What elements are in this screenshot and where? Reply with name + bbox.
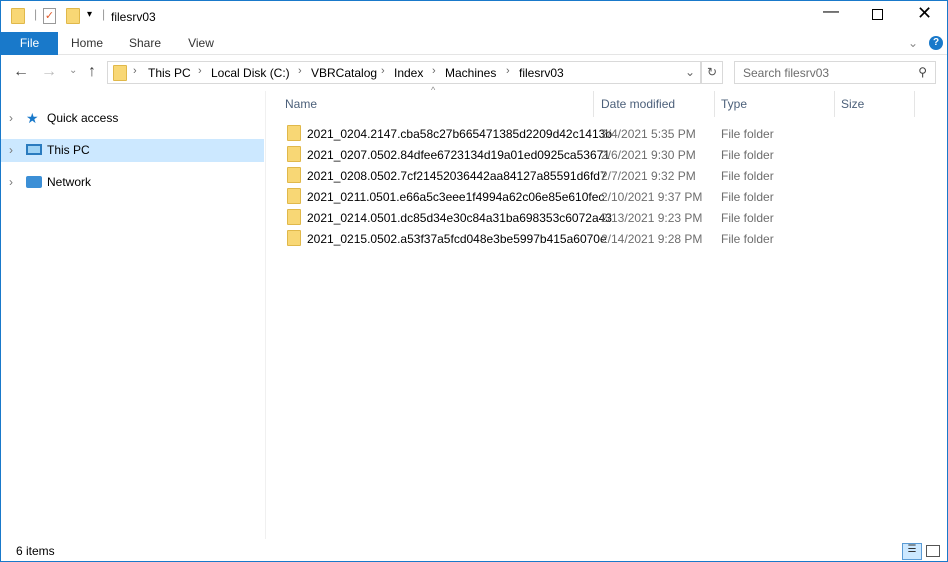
file-name: 2021_0207.0502.84dfee6723134d19a01ed0925…	[307, 148, 610, 162]
search-placeholder: Search filesrv03	[743, 66, 830, 80]
folder-icon	[11, 8, 25, 24]
tab-view[interactable]: View	[177, 32, 225, 55]
file-date: 2/6/2021 9:30 PM	[601, 148, 696, 162]
address-dropdown-icon[interactable]: ⌄	[685, 65, 695, 79]
file-type: File folder	[721, 232, 774, 246]
breadcrumb-this-pc[interactable]: This PC	[148, 66, 191, 80]
file-date: 2/7/2021 9:32 PM	[601, 169, 696, 183]
file-row[interactable]: 2021_0204.2147.cba58c27b665471385d2209d4…	[285, 123, 925, 144]
navigation-pane: › ★ Quick access › This PC › Network	[1, 91, 266, 539]
help-icon[interactable]: ?	[929, 36, 943, 50]
file-type: File folder	[721, 190, 774, 204]
folder-icon	[287, 230, 301, 246]
folder-icon	[287, 125, 301, 141]
file-row[interactable]: 2021_0207.0502.84dfee6723134d19a01ed0925…	[285, 144, 925, 165]
column-type[interactable]: Type	[721, 97, 747, 117]
search-icon: ⚲	[918, 65, 927, 79]
folder-icon	[287, 167, 301, 183]
network-icon	[26, 176, 42, 188]
file-row[interactable]: 2021_0208.0502.7cf21452036442aa84127a855…	[285, 165, 925, 186]
file-name: 2021_0204.2147.cba58c27b665471385d2209d4…	[307, 127, 612, 141]
file-row[interactable]: 2021_0214.0501.dc85d34e30c84a31ba698353c…	[285, 207, 925, 228]
breadcrumb-filesrv03[interactable]: filesrv03	[519, 66, 564, 80]
file-row[interactable]: 2021_0211.0501.e66a5c3eee1f4994a62c06e85…	[285, 186, 925, 207]
folder-icon	[287, 209, 301, 225]
file-row[interactable]: 2021_0215.0502.a53f37a5fcd048e3be5997b41…	[285, 228, 925, 249]
file-date: 2/14/2021 9:28 PM	[601, 232, 703, 246]
file-date: 2/13/2021 9:23 PM	[601, 211, 703, 225]
breadcrumb-index[interactable]: Index	[394, 66, 423, 80]
status-item-count: 6 items	[16, 544, 55, 558]
maximize-button[interactable]	[872, 9, 883, 20]
address-bar[interactable]: › This PC › Local Disk (C:) › VBRCatalog…	[107, 61, 701, 84]
minimize-button[interactable]: —	[823, 3, 839, 21]
file-type: File folder	[721, 127, 774, 141]
column-date-modified[interactable]: Date modified	[601, 97, 675, 117]
up-button[interactable]: ↑	[88, 63, 96, 81]
breadcrumb-machines[interactable]: Machines	[445, 66, 496, 80]
title-bar: | ✓ ▾ | filesrv03 — ✕	[1, 1, 947, 32]
properties-icon[interactable]: ✓	[43, 8, 56, 24]
file-name: 2021_0215.0502.a53f37a5fcd048e3be5997b41…	[307, 232, 607, 246]
column-name[interactable]: Name	[285, 97, 317, 117]
file-type: File folder	[721, 211, 774, 225]
window-title: filesrv03	[111, 10, 156, 24]
folder-icon	[287, 188, 301, 204]
back-button[interactable]: ←	[13, 63, 29, 81]
ribbon: File Home Share View ⌄ ?	[1, 32, 947, 55]
file-name: 2021_0211.0501.e66a5c3eee1f4994a62c06e85…	[307, 190, 605, 204]
new-folder-icon[interactable]	[66, 8, 80, 24]
nav-network[interactable]: › Network	[1, 171, 264, 194]
breadcrumb-local-disk[interactable]: Local Disk (C:)	[211, 66, 290, 80]
large-icons-view-button[interactable]	[926, 545, 940, 557]
search-input[interactable]: Search filesrv03 ⚲	[734, 61, 936, 84]
tab-share[interactable]: Share	[121, 32, 169, 55]
star-icon: ★	[26, 110, 39, 126]
computer-icon	[26, 144, 42, 155]
expand-ribbon-icon[interactable]: ⌄	[908, 36, 918, 50]
file-name: 2021_0208.0502.7cf21452036442aa84127a855…	[307, 169, 607, 183]
sort-ascending-icon: ^	[431, 85, 436, 95]
tab-file[interactable]: File	[1, 32, 58, 55]
file-type: File folder	[721, 169, 774, 183]
file-date: 2/10/2021 9:37 PM	[601, 190, 703, 204]
refresh-button[interactable]: ↻	[701, 61, 723, 84]
details-view-button[interactable]: ☰	[902, 543, 922, 560]
recent-locations-icon[interactable]: ⌄	[69, 65, 77, 76]
tab-home[interactable]: Home	[61, 32, 113, 55]
folder-icon	[113, 65, 127, 81]
file-name: 2021_0214.0501.dc85d34e30c84a31ba698353c…	[307, 211, 612, 225]
file-type: File folder	[721, 148, 774, 162]
forward-button[interactable]: →	[41, 63, 57, 81]
column-size[interactable]: Size	[841, 97, 864, 117]
nav-quick-access[interactable]: › ★ Quick access	[1, 107, 264, 130]
customize-toolbar-icon[interactable]: ▾	[87, 9, 92, 20]
nav-this-pc[interactable]: › This PC	[1, 139, 264, 162]
folder-icon	[287, 146, 301, 162]
file-date: 2/4/2021 5:35 PM	[601, 127, 696, 141]
close-button[interactable]: ✕	[917, 3, 932, 24]
breadcrumb-vbrcatalog[interactable]: VBRCatalog	[311, 66, 377, 80]
